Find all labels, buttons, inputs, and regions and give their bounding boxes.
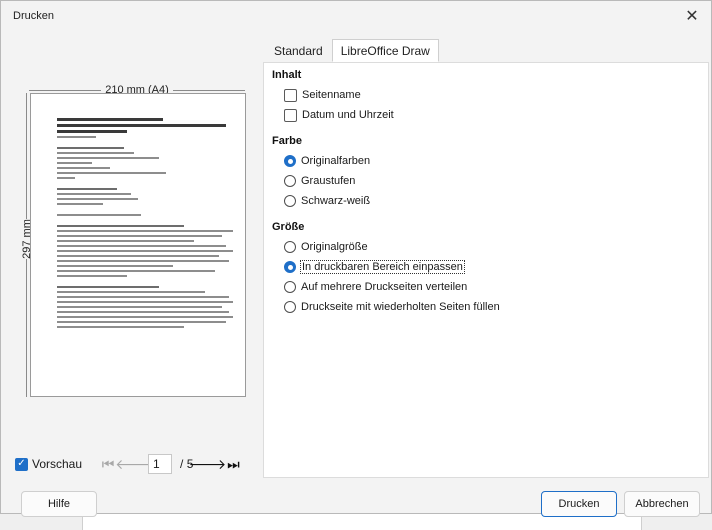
option-label: Druckseite mit wiederholten Seiten fülle…: [301, 301, 500, 313]
options-panel: Inhalt Seitenname Datum und Uhrzeit Farb…: [263, 62, 709, 478]
option-druckbaren-bereich[interactable]: In druckbaren Bereich einpassen: [284, 259, 465, 275]
section-groesse-title: Größe: [272, 221, 305, 233]
page-preview: [30, 93, 246, 397]
print-dialog: Drucken ✕ 210 mm (A4) 297 mm ✓ Vorschau …: [0, 0, 712, 517]
print-button[interactable]: Drucken: [541, 491, 617, 517]
graustufen-radio[interactable]: [284, 175, 296, 187]
cancel-button[interactable]: Abbrechen: [624, 491, 700, 517]
previous-page-icon[interactable]: 🡐: [115, 454, 153, 474]
option-label: Originalgröße: [301, 241, 368, 253]
option-label: Graustufen: [301, 175, 356, 187]
next-page-icon[interactable]: 🡒: [189, 454, 227, 474]
tab-bar: Standard LibreOffice Draw: [265, 39, 439, 63]
option-originalgroesse[interactable]: Originalgröße: [284, 239, 368, 255]
option-label: Seitenname: [302, 89, 361, 101]
option-originalfarben[interactable]: Originalfarben: [284, 153, 370, 169]
wiederholte-seiten-radio[interactable]: [284, 301, 296, 313]
option-label: Schwarz-weiß: [301, 195, 371, 207]
section-inhalt-title: Inhalt: [272, 69, 302, 81]
section-farbe-title: Farbe: [272, 135, 302, 147]
option-datum-uhrzeit[interactable]: Datum und Uhrzeit: [284, 107, 394, 123]
option-label: Datum und Uhrzeit: [302, 109, 394, 121]
option-mehrere-druckseiten[interactable]: Auf mehrere Druckseiten verteilen: [284, 279, 467, 295]
preview-checkbox-label[interactable]: Vorschau: [32, 457, 82, 471]
close-icon[interactable]: ✕: [681, 5, 703, 27]
title-bar: Drucken ✕: [1, 1, 711, 31]
last-page-icon[interactable]: ⏭: [223, 454, 243, 474]
tab-libreoffice-draw[interactable]: LibreOffice Draw: [331, 39, 439, 62]
tab-standard[interactable]: Standard: [265, 40, 332, 62]
option-label: Originalfarben: [301, 155, 371, 167]
option-wiederholte-seiten[interactable]: Druckseite mit wiederholten Seiten fülle…: [284, 299, 500, 315]
option-graustufen[interactable]: Graustufen: [284, 173, 355, 189]
schwarz-weiss-radio[interactable]: [284, 195, 296, 207]
preview-pane: 210 mm (A4) 297 mm: [11, 39, 261, 479]
option-label: In druckbaren Bereich einpassen: [300, 260, 465, 274]
option-schwarz-weiss[interactable]: Schwarz-weiß: [284, 193, 370, 209]
mehrere-druckseiten-radio[interactable]: [284, 281, 296, 293]
option-label: Auf mehrere Druckseiten verteilen: [301, 281, 468, 293]
dialog-title: Drucken: [13, 10, 54, 22]
originalfarben-radio[interactable]: [284, 155, 296, 167]
page-preview-content: [57, 118, 233, 331]
preview-checkbox[interactable]: ✓: [15, 457, 28, 471]
help-button[interactable]: Hilfe: [21, 491, 97, 517]
preview-navigation: ✓ Vorschau ⏮ 🡐 1 / 5 🡒 ⏭: [15, 453, 243, 475]
option-seitenname[interactable]: Seitenname: [284, 87, 361, 103]
page-number-input[interactable]: 1: [148, 454, 173, 474]
seitenname-checkbox[interactable]: [284, 88, 297, 102]
druckbaren-bereich-radio[interactable]: [284, 261, 296, 273]
datum-uhrzeit-checkbox[interactable]: [284, 108, 297, 122]
originalgroesse-radio[interactable]: [284, 241, 296, 253]
